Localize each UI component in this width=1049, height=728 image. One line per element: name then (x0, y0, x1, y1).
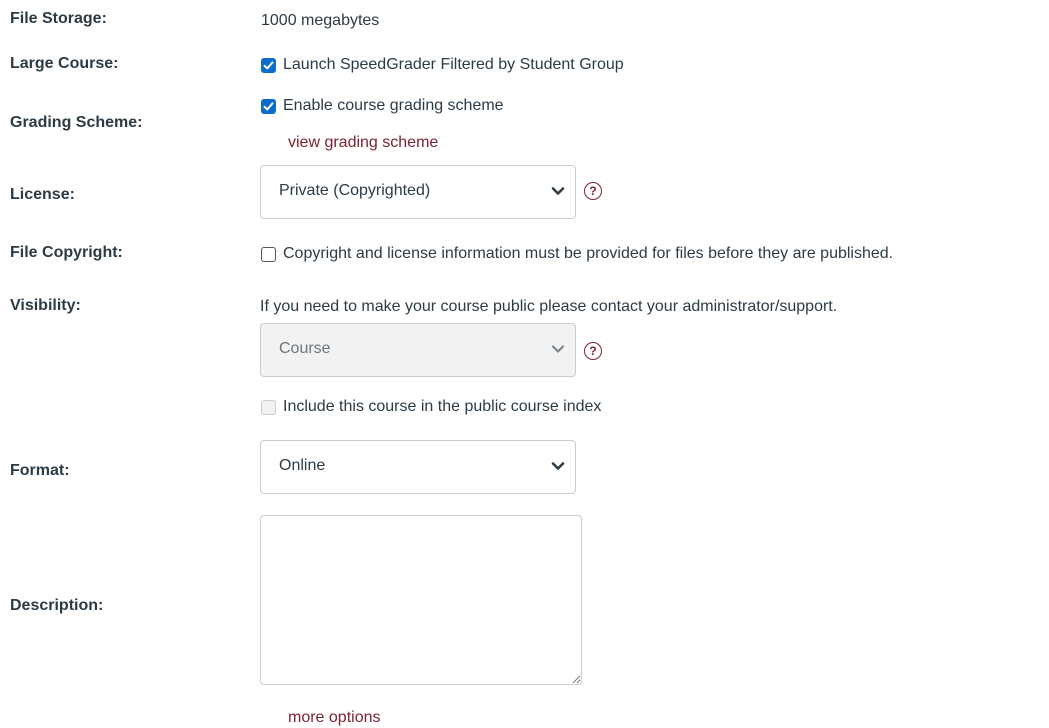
public-index-checkbox-row: Include this course in the public course… (261, 398, 601, 416)
license-select[interactable]: Private (Copyrighted) (260, 165, 576, 219)
format-select-value: Online (279, 457, 326, 474)
chevron-down-icon (551, 462, 565, 470)
checkmark-icon (263, 101, 274, 110)
file-storage-label: File Storage: (10, 10, 107, 27)
description-textarea[interactable] (260, 515, 582, 685)
public-index-checkbox (261, 399, 276, 415)
view-grading-scheme-link[interactable]: view grading scheme (288, 134, 438, 152)
grading-scheme-checkbox-label: Enable course grading scheme (283, 97, 504, 114)
checkmark-icon (263, 60, 274, 69)
visibility-select: Course (260, 323, 576, 377)
file-copyright-label: File Copyright: (10, 244, 123, 261)
format-select[interactable]: Online (260, 440, 576, 494)
public-index-checkbox-label: Include this course in the public course… (283, 398, 602, 415)
visibility-notice: If you need to make your course public p… (260, 298, 838, 315)
license-label: License: (10, 186, 75, 203)
large-course-checkbox-label: Launch SpeedGrader Filtered by Student G… (283, 56, 624, 73)
grading-scheme-checkbox-row[interactable]: Enable course grading scheme (261, 97, 504, 115)
format-label: Format: (10, 462, 70, 479)
grading-scheme-checkbox[interactable] (261, 98, 276, 114)
license-select-value: Private (Copyrighted) (279, 182, 431, 199)
chevron-down-icon (551, 345, 565, 353)
more-options-link[interactable]: more options (288, 709, 381, 727)
license-help-icon[interactable]: ? (584, 182, 602, 200)
large-course-label: Large Course: (10, 55, 119, 72)
grading-scheme-label: Grading Scheme: (10, 114, 143, 131)
visibility-help-icon[interactable]: ? (584, 342, 602, 360)
chevron-down-icon (551, 187, 565, 195)
file-copyright-checkbox-row[interactable]: Copyright and license information must b… (261, 245, 893, 263)
file-copyright-checkbox[interactable] (261, 246, 276, 262)
file-copyright-checkbox-label: Copyright and license information must b… (283, 245, 894, 262)
file-storage-value: 1000 megabytes (261, 12, 380, 29)
visibility-label: Visibility: (10, 297, 81, 314)
visibility-select-value: Course (279, 340, 331, 357)
large-course-checkbox-row[interactable]: Launch SpeedGrader Filtered by Student G… (261, 56, 624, 74)
large-course-checkbox[interactable] (261, 57, 276, 73)
description-label: Description: (10, 597, 104, 614)
